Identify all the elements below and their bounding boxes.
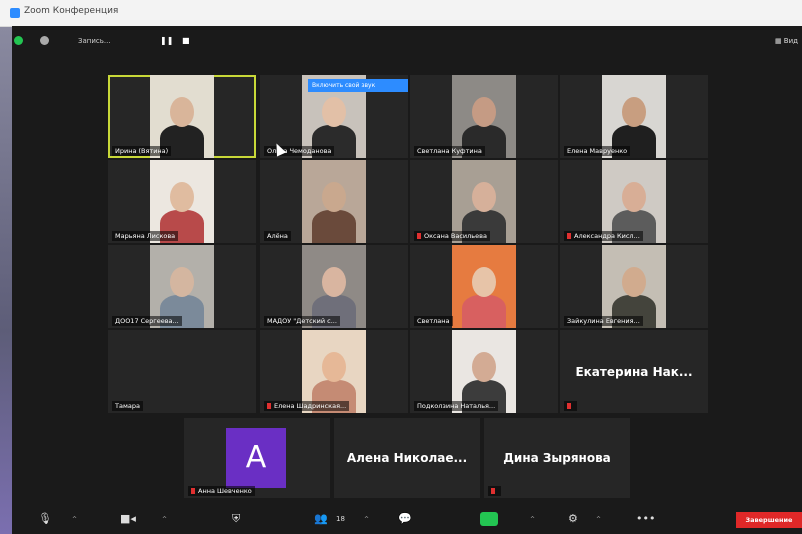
unmute-prompt-button[interactable]: Включить свой звук [308, 79, 408, 92]
participant-tile[interactable]: Подколзина Наталья... [410, 330, 558, 413]
participant-face [170, 267, 194, 297]
meeting-toolbar: 🎙 ^ ■◂ ^ ⛨ 👥 18 ^ 💬 ^ ⚙ ^ ••• Завершение [12, 506, 802, 534]
participant-display-name: Алена Николае... [346, 451, 468, 465]
participant-name-label: Оксана Васильева [414, 231, 490, 241]
window-titlebar: Zoom Конференция [0, 0, 802, 27]
video-options-caret[interactable]: ^ [162, 516, 167, 523]
muted-mic-icon [491, 488, 495, 494]
participants-options-caret[interactable]: ^ [364, 516, 369, 523]
participant-face [472, 352, 496, 382]
shield-icon[interactable] [14, 36, 23, 45]
participant-name-label: Александра Кисл... [564, 231, 643, 241]
participant-name-label: Елена Шадринская... [264, 401, 350, 411]
participant-tile[interactable]: Тамара [108, 330, 256, 413]
participant-name-label [488, 486, 501, 496]
muted-mic-icon [417, 233, 421, 239]
participant-face [622, 182, 646, 212]
participants-icon[interactable]: 👥 [314, 512, 328, 525]
view-label: Вид [783, 37, 798, 45]
participant-face [472, 97, 496, 127]
end-meeting-button[interactable]: Завершение [736, 512, 802, 528]
participant-name-label: Марьяна Лискова [112, 231, 179, 241]
participant-tile[interactable]: Светлана Куфтина [410, 75, 558, 158]
participant-face [170, 97, 194, 127]
chat-icon[interactable]: 💬 [398, 512, 412, 525]
desktop-background [0, 26, 12, 534]
participant-face [472, 182, 496, 212]
zoom-meeting-window: Запись... ❚❚ ■ ▦ Вид Ирина (Вятина) Ольга… [12, 26, 802, 534]
muted-mic-icon [191, 488, 195, 494]
participant-tile[interactable]: Екатерина Нак... [560, 330, 708, 413]
participant-name-label: Светлана Куфтина [414, 146, 485, 156]
muted-mic-icon [267, 403, 271, 409]
participant-face [322, 97, 346, 127]
participant-display-name: Дина Зырянова [503, 451, 611, 465]
more-icon[interactable]: ••• [636, 512, 655, 525]
participant-tile[interactable]: ДОО17 Сергеева... [108, 245, 256, 328]
record-icon[interactable]: ⚙ [568, 512, 578, 525]
mic-icon[interactable]: 🎙 [38, 512, 52, 525]
share-options-caret[interactable]: ^ [530, 516, 535, 523]
participant-name-label: МАДОУ "Детский с... [264, 316, 340, 326]
mic-options-caret[interactable]: ^ [72, 516, 77, 523]
participant-video [302, 160, 366, 243]
record-options-caret[interactable]: ^ [596, 516, 601, 523]
participant-tile[interactable]: Светлана [410, 245, 558, 328]
participant-face [322, 352, 346, 382]
participant-face [622, 97, 646, 127]
participant-face [472, 267, 496, 297]
participant-face [322, 267, 346, 297]
muted-mic-icon [567, 403, 571, 409]
recording-label: Запись... [78, 37, 111, 45]
participant-avatar: A [226, 428, 286, 488]
info-icon[interactable] [40, 36, 49, 45]
participant-face [322, 182, 346, 212]
participant-tile[interactable]: Ольга Чемоданова Включить свой звук [260, 75, 408, 158]
participant-name-label: Тамара [112, 401, 143, 411]
security-icon[interactable]: ⛨ [232, 512, 240, 526]
view-button[interactable]: ▦ Вид [775, 37, 798, 45]
participant-name-label: Алёна [264, 231, 291, 241]
meeting-topbar: Запись... ❚❚ ■ ▦ Вид [12, 26, 802, 56]
window-title: Zoom Конференция [24, 6, 119, 16]
participant-name-label: Светлана [414, 316, 453, 326]
participant-face [170, 182, 194, 212]
participant-tile[interactable]: Марьяна Лискова [108, 160, 256, 243]
participant-name-label: Анна Шевченко [188, 486, 255, 496]
participant-name-label: Елена Мавруенко [564, 146, 631, 156]
participant-name-label [564, 401, 577, 411]
participant-video [452, 245, 516, 328]
participant-body [312, 210, 356, 243]
participant-body [462, 295, 506, 328]
participant-name-label: Подколзина Наталья... [414, 401, 499, 411]
muted-mic-icon [567, 233, 571, 239]
stop-recording-icon[interactable]: ■ [182, 36, 190, 45]
participants-count: 18 [336, 515, 345, 523]
participant-tile[interactable]: Зайкулина Евгения... [560, 245, 708, 328]
participant-name-label: Ирина (Вятина) [112, 146, 172, 156]
participant-display-name: Екатерина Нак... [575, 364, 693, 379]
participant-face [622, 267, 646, 297]
zoom-logo-icon [10, 8, 20, 18]
participant-tile[interactable]: МАДОУ "Детский с... [260, 245, 408, 328]
participant-tile[interactable]: Алёна [260, 160, 408, 243]
participant-tile[interactable]: A Анна Шевченко [184, 418, 330, 498]
participant-tile[interactable]: Дина Зырянова [484, 418, 630, 498]
video-icon[interactable]: ■◂ [120, 512, 136, 525]
participant-name-label: Зайкулина Евгения... [564, 316, 643, 326]
participant-tile[interactable]: Елена Мавруенко [560, 75, 708, 158]
pause-recording-icon[interactable]: ❚❚ [160, 36, 173, 45]
participant-tile[interactable]: Александра Кисл... [560, 160, 708, 243]
participant-name-label: ДОО17 Сергеева... [112, 316, 182, 326]
participant-tile[interactable]: Елена Шадринская... [260, 330, 408, 413]
participant-tile[interactable]: Алена Николае... [334, 418, 480, 498]
participant-tile[interactable]: Ирина (Вятина) [108, 75, 256, 158]
share-screen-button[interactable] [480, 512, 498, 526]
participant-tile[interactable]: Оксана Васильева [410, 160, 558, 243]
